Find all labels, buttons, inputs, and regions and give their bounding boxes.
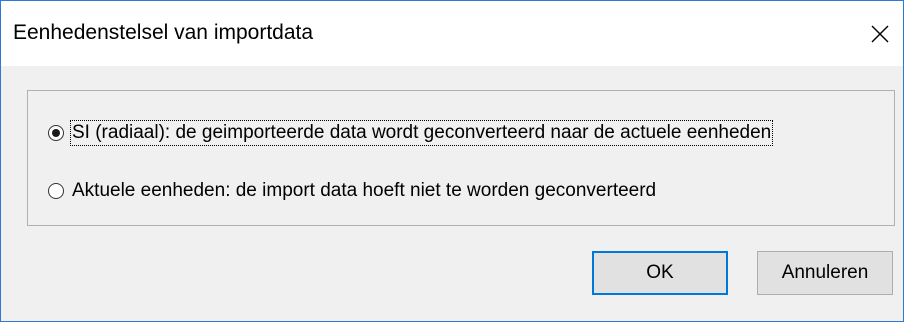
radio-button-si[interactable]: [48, 125, 64, 141]
dialog-window: Eenhedenstelsel van importdata SI (radia…: [0, 0, 904, 322]
radio-button-actual[interactable]: [48, 183, 64, 199]
close-icon: [871, 25, 889, 43]
radio-option-si[interactable]: SI (radiaal): de geimporteerde data word…: [48, 119, 774, 147]
radio-option-actual[interactable]: Aktuele eenheden: de import data hoeft n…: [48, 177, 657, 205]
cancel-button[interactable]: Annuleren: [757, 251, 893, 295]
ok-button[interactable]: OK: [592, 251, 728, 295]
dialog-title: Eenhedenstelsel van importdata: [13, 21, 314, 44]
radio-label-si[interactable]: SI (radiaal): de geimporteerde data word…: [69, 120, 774, 146]
title-bar[interactable]: Eenhedenstelsel van importdata: [1, 1, 903, 66]
units-option-group: SI (radiaal): de geimporteerde data word…: [27, 90, 895, 226]
radio-label-actual[interactable]: Aktuele eenheden: de import data hoeft n…: [71, 179, 657, 203]
close-button[interactable]: [857, 1, 903, 66]
